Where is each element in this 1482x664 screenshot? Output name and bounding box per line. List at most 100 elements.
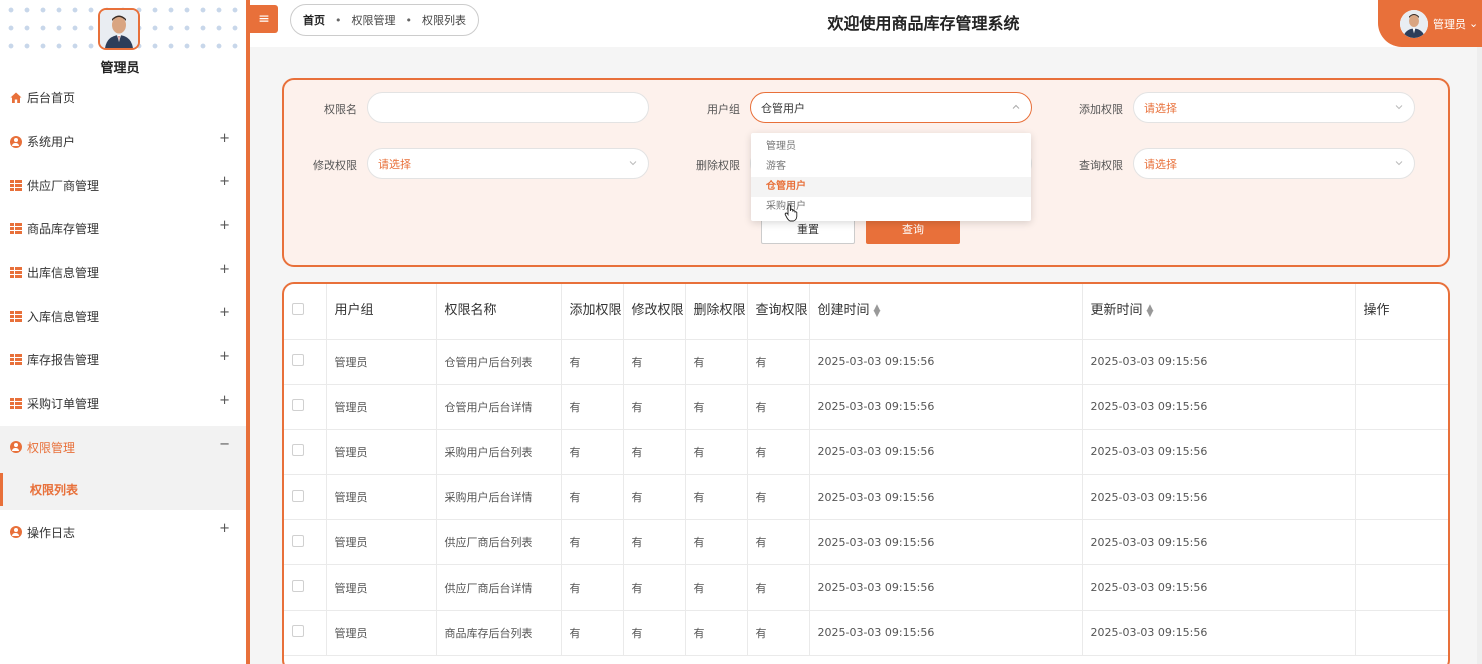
row-checkbox[interactable] [292,625,304,638]
sidebar-item-suppliers[interactable]: 供应厂商管理 + [0,163,246,207]
table-cell: 有 [685,474,748,521]
perm-name-label: 权限名 [324,103,357,116]
table-cell: 管理员 [326,519,437,566]
grid-icon [9,397,22,410]
select-all-checkbox[interactable] [292,302,304,315]
collapse-icon[interactable]: − [219,437,230,452]
table-row[interactable]: 管理员 采购用户后台详情有有有有 2025-03-03 09:15:56 2025-0… [284,474,1448,521]
sort-icon[interactable]: ▲ ▼ [874,303,881,318]
chevron-down-icon [629,161,637,166]
column-header-created[interactable]: 创建时间 ▲ ▼ [809,284,1083,340]
table-cell: 2025-03-03 09:15:56 [1082,339,1356,385]
sidebar-item-label: 供应厂商管理 [27,178,100,193]
dropdown-option-selected[interactable]: 仓管用户 [751,177,1031,197]
sidebar-item-inventory[interactable]: 商品库存管理 + [0,207,246,251]
row-checkbox[interactable] [292,444,304,457]
row-checkbox[interactable] [292,534,304,547]
perm-name-input[interactable] [367,92,649,123]
row-select-cell [284,384,327,430]
table-cell: 管理员 [326,429,437,476]
table-cell: 有 [747,610,810,656]
user-menu[interactable]: 管理员 ⌄ [1378,0,1482,47]
table-cell: 供应厂商后台详情 [436,564,562,611]
table-cell: 有 [747,429,810,476]
table-cell[interactable] [1355,474,1448,521]
table-row[interactable]: 管理员 仓管用户后台详情有有有有 2025-03-03 09:15:56 2025-0… [284,384,1448,430]
row-checkbox[interactable] [292,489,304,502]
table-cell: 有 [747,474,810,521]
user-group-select[interactable]: 仓管用户 [750,92,1032,123]
table-row[interactable]: 管理员 仓管用户后台列表有有有有 2025-03-03 09:15:56 2025-0… [284,339,1448,385]
table-cell: 2025-03-03 09:15:56 [1082,384,1356,430]
table-cell[interactable] [1355,339,1448,385]
table-cell: 管理员 [326,564,437,611]
table-cell: 2025-03-03 09:15:56 [809,519,1083,566]
table-cell[interactable] [1355,610,1448,656]
table-row[interactable]: 管理员 供应厂商后台列表有有有有 2025-03-03 09:15:56 2025-0… [284,519,1448,566]
grid-icon [9,222,22,235]
dropdown-option[interactable]: 管理员 [751,137,1031,157]
expand-icon[interactable]: + [219,521,230,536]
scrollbar[interactable] [1477,47,1482,664]
table-cell: 有 [561,384,624,430]
expand-icon[interactable]: + [219,262,230,277]
avatar[interactable] [98,8,140,50]
sidebar-item-inbound[interactable]: 入库信息管理 + [0,294,246,338]
sidebar-item-system-users[interactable]: 系统用户 + [0,120,246,164]
column-header: 查询权限 [747,284,810,340]
sidebar-subitem-permission-list[interactable]: 权限列表 [0,469,246,511]
table-cell[interactable] [1355,429,1448,476]
column-header: 删除权限 [685,284,748,340]
header: ≡ 首页 • 权限管理 • 权限列表 欢迎使用商品库存管理系统 管理员 ⌄ [250,0,1482,47]
grid-icon [9,266,22,279]
table-cell: 有 [685,519,748,566]
sidebar-item-reports[interactable]: 库存报告管理 + [0,338,246,382]
sort-icon[interactable]: ▲ ▼ [1147,303,1154,318]
hand-cursor-icon [784,204,798,222]
table-cell: 有 [561,474,624,521]
table-cell: 供应厂商后台列表 [436,519,562,566]
query-perm-select[interactable]: 请选择 [1133,148,1415,179]
sidebar-item-purchase-orders[interactable]: 采购订单管理 + [0,382,246,426]
sidebar-item-home[interactable]: 后台首页 [0,76,246,120]
dropdown-option[interactable]: 游客 [751,157,1031,177]
table-row[interactable]: 管理员 供应厂商后台详情有有有有 2025-03-03 09:15:56 2025-0… [284,564,1448,611]
sidebar-item-operation-log[interactable]: 操作日志 + [0,510,246,554]
sidebar-item-label: 出库信息管理 [27,266,100,281]
table-cell[interactable] [1355,564,1448,611]
table-cell: 有 [685,610,748,656]
expand-icon[interactable]: + [219,174,230,189]
column-header: 权限名称 [436,284,562,340]
sidebar-item-label: 权限管理 [27,440,76,455]
row-checkbox[interactable] [292,354,304,367]
sidebar-item-outbound[interactable]: 出库信息管理 + [0,251,246,295]
sidebar-item-label: 库存报告管理 [27,353,100,368]
expand-icon[interactable]: + [219,349,230,364]
expand-icon[interactable]: + [219,218,230,233]
edit-perm-select[interactable]: 请选择 [367,148,649,179]
add-perm-select[interactable]: 请选择 [1133,92,1415,123]
row-checkbox[interactable] [292,580,304,593]
row-select-cell [284,519,327,566]
row-checkbox[interactable] [292,399,304,412]
column-header: 修改权限 [623,284,686,340]
expand-icon[interactable]: + [219,131,230,146]
grid-icon [9,353,22,366]
expand-icon[interactable]: + [219,305,230,320]
table-row[interactable]: 管理员 采购用户后台列表有有有有 2025-03-03 09:15:56 2025-0… [284,429,1448,476]
table-cell: 管理员 [326,384,437,430]
table-cell[interactable] [1355,384,1448,430]
table-cell: 有 [685,429,748,476]
table-cell: 2025-03-03 09:15:56 [1082,564,1356,611]
column-header-updated[interactable]: 更新时间 ▲ ▼ [1082,284,1356,340]
table-row[interactable]: 管理员 商品库存后台列表有有有有 2025-03-03 09:15:56 2025-0… [284,610,1448,656]
expand-icon[interactable]: + [219,393,230,408]
query-perm-label: 查询权限 [1079,159,1123,172]
table-cell[interactable] [1355,519,1448,566]
permission-table: 用户组 权限名称 添加权限 修改权限 删除权限 查询权限 创建时间 ▲ ▼ 更新时间… [282,282,1450,664]
admin-name: 管理员 [100,61,140,76]
table-cell: 有 [685,384,748,430]
sidebar-item-permissions[interactable]: 权限管理 − [0,425,246,470]
table-cell: 有 [623,429,686,476]
table-cell: 有 [561,610,624,656]
